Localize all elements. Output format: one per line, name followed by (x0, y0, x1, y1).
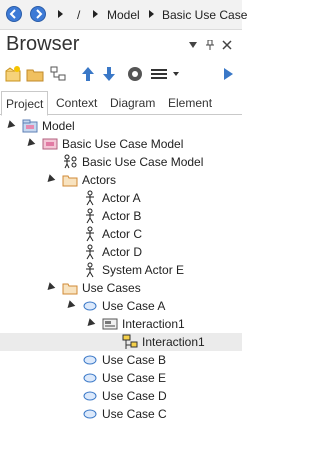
tree-item-usecase[interactable]: Use Case E (0, 369, 242, 387)
usecase-icon (82, 370, 98, 386)
panel-title: Browser (6, 33, 80, 55)
tree-item-label: Actor C (102, 227, 143, 241)
move-down-icon[interactable] (100, 65, 118, 83)
tree-item-label: Interaction1 (142, 335, 205, 349)
tree-item-interaction-diagram[interactable]: Interaction1 (0, 333, 242, 351)
tree-item-label: Actor D (102, 245, 143, 259)
usecase-icon (82, 298, 98, 314)
toolbar (0, 60, 242, 88)
tree-item-label: Interaction1 (122, 317, 185, 331)
list-menu-icon[interactable] (149, 65, 179, 83)
expand-arrow-icon[interactable] (4, 120, 16, 131)
locate-icon[interactable] (126, 65, 144, 83)
model-icon (22, 118, 38, 134)
play-icon[interactable] (219, 65, 237, 83)
tab-context[interactable]: Context (52, 91, 101, 115)
expand-arrow-icon[interactable] (44, 174, 56, 185)
tree-item-label: Basic Use Case Model (82, 155, 204, 169)
forward-icon[interactable] (30, 6, 46, 22)
usecase-icon (82, 406, 98, 422)
dropdown-icon[interactable] (188, 40, 198, 52)
tree-item-usecase[interactable]: Use Case B (0, 351, 242, 369)
close-icon[interactable] (222, 40, 232, 53)
tree-item-label: Actor A (102, 191, 141, 205)
tree-item-package[interactable]: Basic Use Case Model (0, 135, 242, 153)
breadcrumb-item-root[interactable]: / (77, 8, 80, 22)
tree-item-label: Use Cases (82, 281, 141, 295)
usecase-icon (82, 352, 98, 368)
structure-icon[interactable] (49, 65, 67, 83)
actor-icon (82, 226, 98, 242)
folder-icon (62, 172, 78, 188)
expand-arrow-icon[interactable] (24, 138, 36, 149)
tree-item-label: Model (42, 119, 75, 133)
expand-arrow-icon[interactable] (64, 300, 76, 311)
breadcrumb-item-basic-use-case[interactable]: Basic Use Case (162, 8, 247, 22)
pin-icon[interactable] (205, 39, 215, 53)
actor-icon (82, 190, 98, 206)
tree-item-actors-folder[interactable]: Actors (0, 171, 242, 189)
tree-item-interaction[interactable]: Interaction1 (0, 315, 242, 333)
tree-item-usecase[interactable]: Use Case D (0, 387, 242, 405)
breadcrumb-separator-icon (93, 10, 98, 18)
tree-item-usecase[interactable]: Use Case C (0, 405, 242, 423)
tree-item-label: Actor B (102, 209, 142, 223)
tree-item-label: Use Case A (102, 299, 166, 313)
breadcrumb-separator-icon (149, 10, 154, 18)
tree-item-actor[interactable]: Actor A (0, 189, 242, 207)
tree-item-actor[interactable]: Actor D (0, 243, 242, 261)
new-package-icon[interactable] (4, 65, 22, 83)
tree-item-actor[interactable]: System Actor E (0, 261, 242, 279)
actor-icon (82, 262, 98, 278)
breadcrumb-separator-icon (58, 10, 63, 18)
expand-arrow-icon[interactable] (84, 318, 96, 329)
tree-item-label: Use Case D (102, 389, 167, 403)
tree-item-usecase[interactable]: Use Case A (0, 297, 242, 315)
expand-arrow-icon[interactable] (44, 282, 56, 293)
usecase-icon (82, 388, 98, 404)
tab-project[interactable]: Project (1, 91, 49, 116)
tree-item-actor[interactable]: Actor B (0, 207, 242, 225)
tree-item-diagram[interactable]: Basic Use Case Model (0, 153, 242, 171)
folder-icon (62, 280, 78, 296)
move-up-icon[interactable] (79, 65, 97, 83)
tree-item-actor[interactable]: Actor C (0, 225, 242, 243)
interaction-icon (102, 316, 118, 332)
actor-icon (82, 244, 98, 260)
tree-item-label: Basic Use Case Model (62, 137, 184, 151)
usecase-diagram-icon (62, 154, 78, 170)
actor-icon (82, 208, 98, 224)
tree-item-label: Actors (82, 173, 117, 187)
breadcrumb-bar: / Model Basic Use Case (0, 0, 247, 30)
breadcrumb-item-model[interactable]: Model (107, 8, 140, 22)
tree-item-model[interactable]: Model (0, 117, 242, 135)
interaction-diagram-icon (122, 334, 138, 350)
project-tree: Model Basic Use Case Model Basic Use Cas… (0, 117, 242, 464)
package-diagram-icon (42, 136, 58, 152)
open-folder-icon[interactable] (26, 65, 44, 83)
tree-item-label: System Actor E (102, 263, 185, 277)
tree-item-usecases-folder[interactable]: Use Cases (0, 279, 242, 297)
tree-item-label: Use Case B (102, 353, 167, 367)
tab-diagram[interactable]: Diagram (106, 91, 159, 115)
back-icon[interactable] (6, 6, 22, 22)
tab-bar: Project Context Diagram Element (0, 91, 242, 116)
tree-item-label: Use Case C (102, 407, 167, 421)
tab-element[interactable]: Element (164, 91, 216, 115)
tree-item-label: Use Case E (102, 371, 167, 385)
